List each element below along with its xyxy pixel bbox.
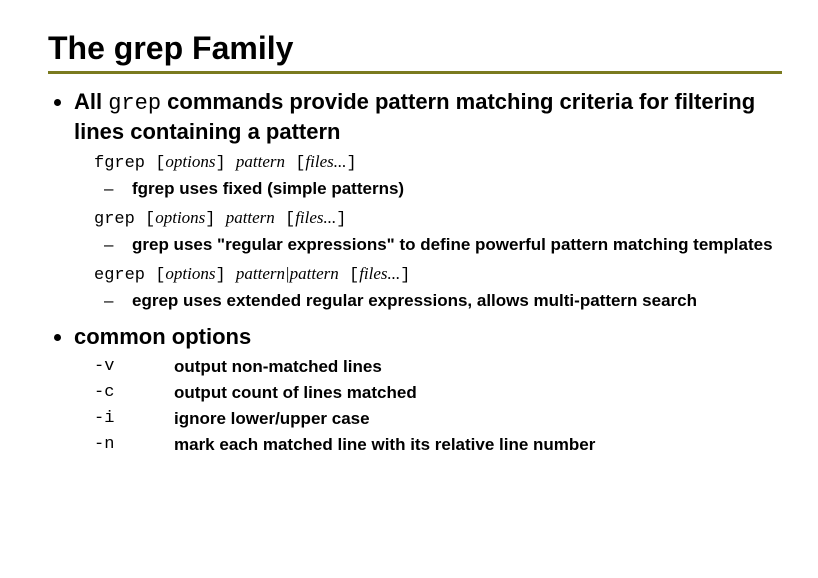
option-desc: mark each matched line with its relative… bbox=[174, 434, 595, 456]
bullet-common: common options -v output non-matched lin… bbox=[74, 323, 782, 457]
options-table: -v output non-matched lines -c output co… bbox=[94, 356, 782, 456]
option-row: -n mark each matched line with its relat… bbox=[94, 434, 782, 456]
grep-optr: ] bbox=[205, 210, 225, 229]
egrep-cmd: egrep bbox=[94, 266, 145, 285]
dash-icon: – bbox=[118, 178, 132, 201]
egrep-filesr: ] bbox=[400, 266, 410, 285]
option-row: -c output count of lines matched bbox=[94, 382, 782, 404]
fgrep-opts: options bbox=[165, 152, 215, 171]
fgrep-filesr: ] bbox=[347, 154, 357, 173]
fgrep-filesl: [ bbox=[285, 154, 305, 173]
option-desc: ignore lower/upper case bbox=[174, 408, 370, 430]
fgrep-files: files... bbox=[305, 152, 346, 171]
grep-desc: –grep uses "regular expressions" to defi… bbox=[118, 234, 782, 257]
grep-filesr: ] bbox=[336, 210, 346, 229]
fgrep-desc: –fgrep uses fixed (simple patterns) bbox=[118, 178, 782, 201]
grep-syntax: grep [options] pattern [files...] bbox=[94, 207, 782, 232]
grep-pat: pattern bbox=[226, 208, 275, 227]
option-row: -v output non-matched lines bbox=[94, 356, 782, 378]
grep-opts: options bbox=[155, 208, 205, 227]
common-heading: common options bbox=[74, 324, 251, 349]
option-desc: output count of lines matched bbox=[174, 382, 417, 404]
fgrep-syntax: fgrep [options] pattern [files...] bbox=[94, 151, 782, 176]
egrep-filesl: [ bbox=[339, 266, 359, 285]
intro-code: grep bbox=[108, 91, 161, 116]
intro-text-post: commands provide pattern matching criter… bbox=[74, 89, 755, 144]
egrep-files: files... bbox=[359, 264, 400, 283]
option-flag: -v bbox=[94, 356, 174, 378]
egrep-opts: options bbox=[165, 264, 215, 283]
title-underline bbox=[48, 71, 782, 74]
grep-optl: [ bbox=[135, 210, 155, 229]
bullet-intro: All grep commands provide pattern matchi… bbox=[74, 88, 782, 313]
option-row: -i ignore lower/upper case bbox=[94, 408, 782, 430]
option-flag: -c bbox=[94, 382, 174, 404]
intro-text-pre: All bbox=[74, 89, 108, 114]
bullet-list: All grep commands provide pattern matchi… bbox=[48, 88, 782, 457]
dash-icon: – bbox=[118, 234, 132, 257]
egrep-optl: [ bbox=[145, 266, 165, 285]
option-desc: output non-matched lines bbox=[174, 356, 382, 378]
option-flag: -n bbox=[94, 434, 174, 456]
grep-files: files... bbox=[295, 208, 336, 227]
egrep-pat: pattern|pattern bbox=[236, 264, 339, 283]
fgrep-cmd: fgrep bbox=[94, 154, 145, 173]
fgrep-optl: [ bbox=[145, 154, 165, 173]
grep-desc-text: grep uses "regular expressions" to defin… bbox=[132, 235, 773, 254]
fgrep-desc-text: fgrep uses fixed (simple patterns) bbox=[132, 179, 404, 198]
dash-icon: – bbox=[118, 290, 132, 313]
grep-filesl: [ bbox=[275, 210, 295, 229]
egrep-syntax: egrep [options] pattern|pattern [files..… bbox=[94, 263, 782, 288]
fgrep-optr: ] bbox=[215, 154, 235, 173]
slide: The grep Family All grep commands provid… bbox=[0, 0, 818, 487]
grep-cmd: grep bbox=[94, 210, 135, 229]
egrep-desc: –egrep uses extended regular expressions… bbox=[118, 290, 782, 313]
egrep-optr: ] bbox=[215, 266, 235, 285]
slide-title: The grep Family bbox=[48, 30, 782, 67]
fgrep-pat: pattern bbox=[236, 152, 285, 171]
option-flag: -i bbox=[94, 408, 174, 430]
egrep-desc-text: egrep uses extended regular expressions,… bbox=[132, 291, 697, 310]
